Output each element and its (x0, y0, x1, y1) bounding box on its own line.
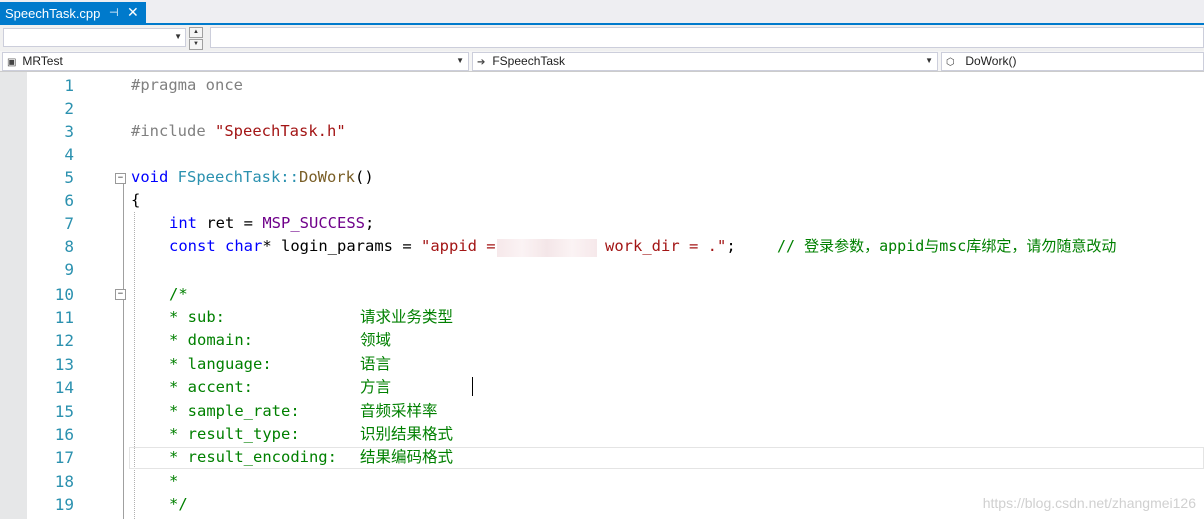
scope-dropdown[interactable]: ➔ FSpeechTask ▼ (472, 52, 938, 71)
code-editor[interactable]: 1 2 3 4 5 6 7 8 9 10 11 12 13 14 15 16 1… (0, 72, 1204, 519)
line-number: 16 (54, 425, 74, 444)
code-line: work_dir = ."; (605, 235, 736, 258)
code-comment: */ (169, 495, 188, 513)
method-icon: ⬡ (946, 57, 955, 68)
code-comment: * language: (169, 355, 272, 373)
code-comment: 音频采样率 (360, 402, 438, 420)
code-token: work_dir = ." (605, 237, 727, 255)
code-comment: 领域 (360, 331, 392, 349)
line-number: 11 (54, 308, 74, 327)
code-line: int ret = MSP_SUCCESS; (169, 212, 374, 235)
code-line: #pragma once (131, 76, 243, 94)
code-comment: * result_type: (169, 425, 300, 443)
spin-up-icon[interactable]: ▲ (189, 27, 203, 38)
chevron-down-icon[interactable]: ▼ (456, 56, 464, 65)
code-token: const (169, 237, 216, 255)
member-dropdown[interactable]: ⬡ DoWork() (941, 52, 1204, 71)
code-token: FSpeechTask:: (168, 168, 299, 186)
code-comment: * result_encoding: (169, 448, 337, 466)
code-comment: * domain: (169, 331, 253, 349)
code-comment: 结果编码格式 (360, 448, 454, 466)
line-number: 18 (54, 472, 74, 491)
code-line: #include "SpeechTask.h" (131, 120, 346, 143)
collapse-icon[interactable]: − (115, 173, 126, 184)
member-label: DoWork() (965, 54, 1017, 68)
line-number: 7 (64, 214, 74, 233)
tab-title: SpeechTask.cpp (5, 6, 101, 21)
code-comment: 请求业务类型 (360, 308, 454, 326)
line-number: 12 (54, 331, 74, 350)
line-number: 15 (54, 402, 74, 421)
code-token: () (354, 168, 374, 186)
code-token: ; (364, 214, 375, 232)
text-field[interactable] (210, 27, 1204, 48)
code-line: { (131, 191, 141, 209)
project-dropdown[interactable]: ▣ MRTest ▼ (2, 52, 469, 71)
dropdown-combo[interactable]: ▼ (3, 28, 186, 47)
code-token: * login_params = (262, 237, 421, 255)
code-token: MSP_SUCCESS (262, 214, 365, 232)
code-token: void (131, 168, 169, 186)
code-line: const char* login_params = "appid = (169, 235, 505, 258)
document-tab-bar: SpeechTask.cpp ⊣ ✕ (0, 0, 1204, 25)
project-label: MRTest (22, 54, 63, 68)
project-icon: ▣ (7, 57, 17, 68)
chevron-down-icon[interactable]: ▼ (925, 56, 933, 65)
line-number: 5 (64, 168, 74, 187)
code-comment: * accent: (169, 378, 253, 396)
code-line: void FSpeechTask::DoWork() (131, 166, 374, 189)
tab-speechtask-cpp[interactable]: SpeechTask.cpp ⊣ ✕ (0, 2, 146, 25)
code-token: ; (726, 237, 736, 255)
line-number: 17 (54, 448, 74, 467)
navigation-bar: ▣ MRTest ▼ ➔ FSpeechTask ▼ ⬡ DoWork() (0, 51, 1204, 72)
line-number: 2 (64, 99, 74, 118)
close-icon[interactable]: ✕ (127, 4, 139, 21)
line-number: 10 (54, 285, 74, 304)
code-comment: 语言 (360, 355, 392, 373)
code-token: int (169, 214, 197, 232)
code-comment: 方言 (360, 378, 392, 396)
line-number: 1 (64, 76, 74, 95)
scope-label: FSpeechTask (492, 54, 566, 68)
code-token: ret = (197, 214, 263, 232)
code-token: char (225, 237, 263, 255)
text-caret (472, 377, 473, 396)
code-comment: * (169, 472, 179, 490)
pin-icon[interactable]: ⊣ (109, 6, 119, 19)
code-token: "appid = (420, 237, 505, 255)
line-number: 14 (54, 378, 74, 397)
line-number: 19 (54, 495, 74, 514)
line-number: 3 (64, 122, 74, 141)
code-token: "SpeechTask.h" (215, 122, 346, 140)
code-comment: // 登录参数，appid与msc库绑定，请勿随意改动 (777, 237, 1117, 255)
code-comment: * sample_rate: (169, 402, 300, 420)
find-toolbar: ▼ ▲ ▼ (0, 25, 1204, 51)
code-comment: /* (169, 285, 188, 303)
spin-control[interactable]: ▲ ▼ (189, 27, 203, 50)
code-token: DoWork (298, 168, 355, 186)
code-token: #include (131, 122, 215, 140)
line-number: 13 (54, 355, 74, 374)
code-comment: * sub: (169, 308, 225, 326)
arrow-right-icon: ➔ (477, 57, 486, 68)
watermark: https://blog.csdn.net/zhangmei126 (982, 495, 1196, 511)
collapse-icon[interactable]: − (115, 289, 126, 300)
spin-down-icon[interactable]: ▼ (189, 39, 203, 50)
chevron-down-icon[interactable]: ▼ (174, 32, 182, 41)
line-number: 4 (64, 145, 74, 164)
line-number: 9 (64, 260, 74, 279)
line-number: 8 (64, 237, 74, 256)
line-number: 6 (64, 191, 74, 210)
code-comment: 识别结果格式 (360, 425, 454, 443)
